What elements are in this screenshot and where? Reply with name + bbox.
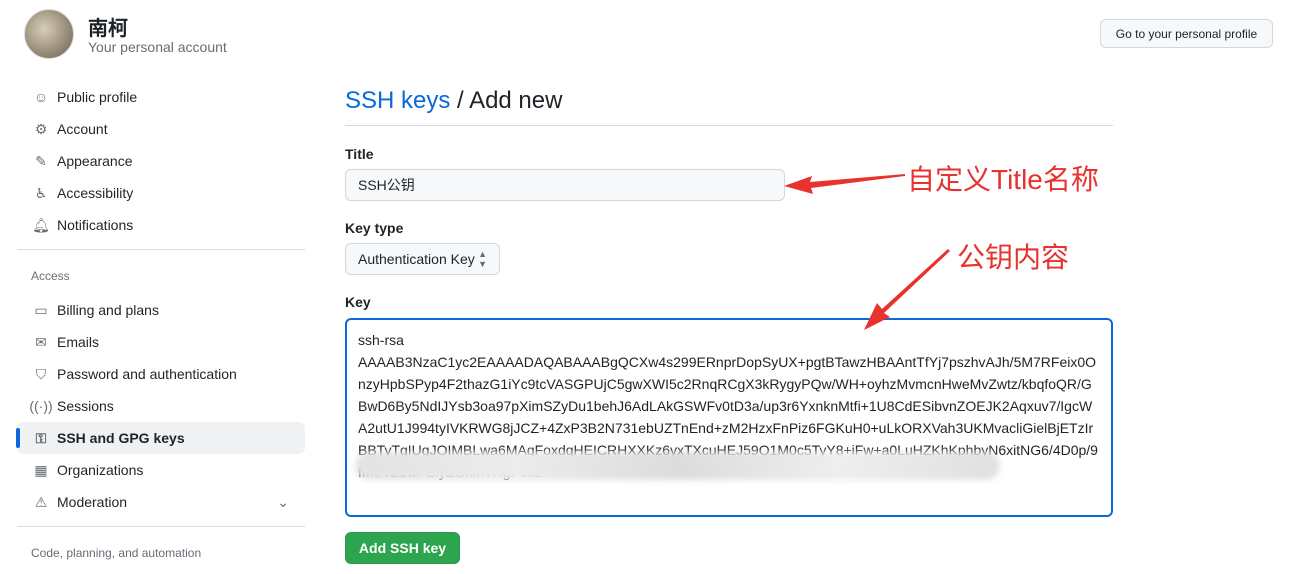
sidebar-item-public-profile[interactable]: ☺ Public profile xyxy=(17,81,305,113)
sidebar-item-appearance[interactable]: ✎ Appearance xyxy=(17,145,305,177)
chevron-down-icon[interactable]: ⌄ xyxy=(277,494,289,511)
title-input[interactable]: SSH公钥 xyxy=(345,169,785,201)
key-icon: ⚿ xyxy=(35,429,47,446)
title-label: Title xyxy=(345,146,374,162)
gear-icon: ⚙ xyxy=(34,120,48,137)
accessibility-icon: ♿ xyxy=(34,184,48,201)
redacted-key-region xyxy=(355,452,1000,480)
shield-icon: ⛉ xyxy=(35,365,47,382)
user-name: 南柯 xyxy=(88,18,128,40)
key-textarea[interactable]: ssh-rsa AAAAB3NzaC1yc2EAAAADAQABAAABgQCX… xyxy=(345,318,1113,517)
annotation-key: 公钥内容 xyxy=(957,242,1070,273)
account-subtitle: Your personal account xyxy=(88,39,227,55)
divider xyxy=(345,125,1113,126)
select-arrows-icon: ▲ ▼ xyxy=(478,249,487,269)
divider xyxy=(17,526,305,527)
paintbrush-icon: ✎ xyxy=(35,152,47,169)
sidebar-item-organizations[interactable]: ▦ Organizations xyxy=(17,454,305,486)
report-icon: ⚠ xyxy=(34,493,48,510)
sidebar-item-password[interactable]: ⛉ Password and authentication xyxy=(17,358,305,390)
sidebar-item-notifications[interactable]: 🔔︎ Notifications xyxy=(17,209,305,241)
bell-icon: 🔔︎ xyxy=(32,216,50,233)
organization-icon: ▦ xyxy=(34,461,48,478)
annotation-arrow-key xyxy=(864,249,950,330)
page-title: SSH keys / Add new xyxy=(345,87,563,114)
divider xyxy=(17,249,305,250)
mail-icon: ✉ xyxy=(35,333,47,350)
add-ssh-key-button[interactable]: Add SSH key xyxy=(345,532,460,564)
annotation-arrow-title xyxy=(784,174,905,194)
section-access: Access xyxy=(31,269,70,283)
sidebar-item-account[interactable]: ⚙ Account xyxy=(17,113,305,145)
sidebar-item-sessions[interactable]: ((·)) Sessions xyxy=(17,390,305,422)
sidebar: ☺ Public profile ⚙ Account ✎ Appearance ♿ Ac… xyxy=(16,81,305,571)
key-type-select[interactable]: Authentication Key ▲ ▼ xyxy=(345,243,500,275)
breadcrumb-ssh-keys-link[interactable]: SSH keys xyxy=(345,87,450,114)
key-label: Key xyxy=(345,294,371,310)
annotation-title: 自定义Title名称 xyxy=(907,164,1099,195)
sidebar-item-emails[interactable]: ✉ Emails xyxy=(17,326,305,358)
go-to-profile-button[interactable]: Go to your personal profile xyxy=(1100,19,1273,48)
credit-card-icon: ▭ xyxy=(34,301,48,318)
sidebar-item-accessibility[interactable]: ♿ Accessibility xyxy=(17,177,305,209)
key-type-label: Key type xyxy=(345,220,404,236)
section-code-planning: Code, planning, and automation xyxy=(31,546,202,560)
sidebar-item-ssh-gpg-keys[interactable]: ⚿ SSH and GPG keys xyxy=(16,422,305,454)
avatar[interactable] xyxy=(24,9,74,59)
sidebar-item-moderation[interactable]: ⚠ Moderation ⌄ xyxy=(17,486,305,518)
broadcast-icon: ((·)) xyxy=(29,398,53,414)
person-icon: ☺ xyxy=(33,89,49,105)
sidebar-item-billing[interactable]: ▭ Billing and plans xyxy=(17,294,305,326)
